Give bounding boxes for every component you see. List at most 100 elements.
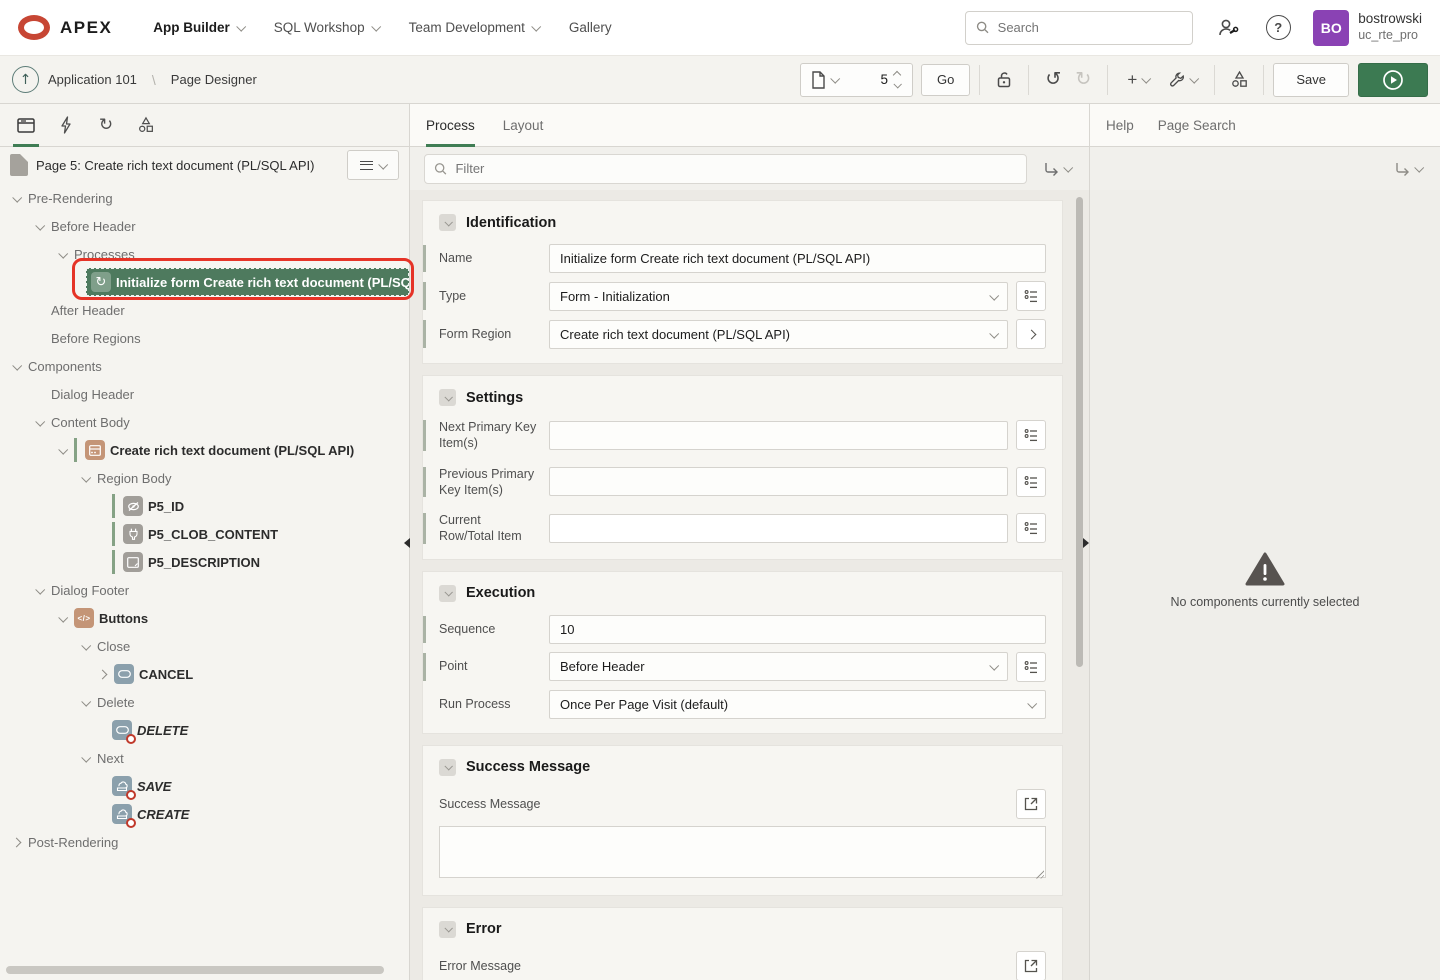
nav-sql-workshop[interactable]: SQL Workshop: [259, 0, 394, 55]
tree-item-before-header[interactable]: Before Header: [0, 212, 409, 240]
chevron-down-icon[interactable]: [12, 192, 22, 202]
page-number-input[interactable]: [842, 72, 888, 87]
chevron-down-icon[interactable]: [58, 248, 68, 258]
tree-menu-button[interactable]: [347, 150, 399, 180]
search-input[interactable]: [998, 20, 1183, 35]
user-block[interactable]: BO bostrowski uc_rte_pro: [1313, 10, 1422, 46]
tree-item-dialog-header[interactable]: Dialog Header: [0, 380, 409, 408]
tree-item-cancel-button[interactable]: CANCEL: [0, 660, 409, 688]
name-input[interactable]: [549, 244, 1046, 273]
run-process-select[interactable]: Once Per Page Visit (default): [549, 690, 1046, 719]
tree-item-create-button[interactable]: CREATE: [0, 800, 409, 828]
tree-item-pre-rendering[interactable]: Pre-Rendering: [0, 184, 409, 212]
form-region-select[interactable]: Create rich text document (PL/SQL API): [549, 320, 1008, 349]
undo-icon[interactable]: ↺: [1038, 64, 1068, 96]
tree-item-components[interactable]: Components: [0, 352, 409, 380]
chevron-down-icon[interactable]: [58, 444, 68, 454]
filter-box[interactable]: [424, 154, 1027, 184]
lock-icon[interactable]: [989, 64, 1019, 96]
tree-item-p5-id[interactable]: P5_ID: [0, 492, 409, 520]
collapse-section-icon[interactable]: [439, 759, 456, 776]
tree-item-create-rich-text-region[interactable]: Create rich text document (PL/SQL API): [0, 436, 409, 464]
tab-layout[interactable]: Layout: [503, 104, 544, 146]
shared-components-icon[interactable]: [1224, 64, 1254, 96]
step-up-icon[interactable]: [893, 70, 901, 78]
nav-team-development[interactable]: Team Development: [394, 0, 554, 55]
go-to-selection-button[interactable]: [1390, 154, 1426, 184]
tree-item-region-body[interactable]: Region Body: [0, 464, 409, 492]
avatar[interactable]: BO: [1313, 10, 1349, 46]
current-row-lov-button[interactable]: [1016, 513, 1046, 543]
save-button[interactable]: Save: [1273, 63, 1349, 97]
chevron-down-icon[interactable]: [81, 696, 91, 706]
tree-item-delete-button[interactable]: DELETE: [0, 716, 409, 744]
tree-item-content-body[interactable]: Content Body: [0, 408, 409, 436]
tab-page-shared-components[interactable]: [126, 104, 166, 146]
chevron-right-icon[interactable]: [98, 669, 108, 679]
tab-help[interactable]: Help: [1106, 104, 1134, 146]
tab-rendering[interactable]: [6, 104, 46, 146]
prev-pk-input[interactable]: [549, 467, 1008, 496]
tree-item-delete-position[interactable]: Delete: [0, 688, 409, 716]
tab-process[interactable]: Process: [426, 104, 475, 146]
current-row-input[interactable]: [549, 514, 1008, 543]
chevron-down-icon[interactable]: [81, 472, 91, 482]
chevron-down-icon[interactable]: [12, 360, 22, 370]
tab-page-search[interactable]: Page Search: [1158, 104, 1236, 146]
type-select[interactable]: Form - Initialization: [549, 282, 1008, 311]
nav-app-builder[interactable]: App Builder: [138, 0, 259, 55]
global-search[interactable]: [965, 11, 1193, 45]
prev-pk-lov-button[interactable]: [1016, 467, 1046, 497]
tree-item-dialog-footer[interactable]: Dialog Footer: [0, 576, 409, 604]
page-number-stepper[interactable]: [888, 72, 906, 88]
redo-icon[interactable]: ↻: [1068, 64, 1098, 96]
collapse-section-icon[interactable]: [439, 585, 456, 602]
sequence-input[interactable]: [549, 615, 1046, 644]
tree-item-after-header[interactable]: After Header: [0, 296, 409, 324]
tree-item-save-button[interactable]: SAVE: [0, 772, 409, 800]
point-select[interactable]: Before Header: [549, 652, 1008, 681]
chevron-right-icon[interactable]: [12, 837, 22, 847]
tree-item-p5-clob-content[interactable]: P5_CLOB_CONTENT: [0, 520, 409, 548]
collapse-section-icon[interactable]: [439, 214, 456, 231]
type-lov-button[interactable]: [1016, 281, 1046, 311]
open-code-editor-button[interactable]: [1016, 951, 1046, 980]
chevron-down-icon[interactable]: [35, 416, 45, 426]
tree-item-post-rendering[interactable]: Post-Rendering: [0, 828, 409, 856]
chevron-down-icon[interactable]: [81, 640, 91, 650]
tree-item-processes[interactable]: Processes: [0, 240, 409, 268]
tree-item-before-regions[interactable]: Before Regions: [0, 324, 409, 352]
nav-gallery[interactable]: Gallery: [554, 0, 627, 55]
app-up-icon[interactable]: ↑: [12, 66, 39, 93]
next-pk-input[interactable]: [549, 421, 1008, 450]
filter-input[interactable]: [455, 161, 1017, 176]
page-selector[interactable]: [800, 63, 913, 97]
chevron-down-icon[interactable]: [58, 612, 68, 622]
help-icon[interactable]: ?: [1263, 13, 1293, 43]
tree-item-initialize-form-process[interactable]: ↻ Initialize form Create rich text docum…: [86, 268, 409, 296]
go-button[interactable]: Go: [921, 64, 970, 96]
run-page-button[interactable]: [1358, 63, 1428, 97]
vertical-scrollbar[interactable]: [1076, 197, 1083, 667]
tree-item-buttons-region[interactable]: </> Buttons: [0, 604, 409, 632]
collapse-right-panel-handle[interactable]: [1083, 538, 1089, 548]
go-to-region-button[interactable]: [1016, 319, 1046, 349]
tree-item-p5-description[interactable]: P5_DESCRIPTION: [0, 548, 409, 576]
apex-logo[interactable]: APEX: [18, 15, 112, 40]
next-pk-lov-button[interactable]: [1016, 420, 1046, 450]
step-down-icon[interactable]: [893, 80, 901, 88]
collapse-section-icon[interactable]: [439, 921, 456, 938]
breadcrumb-app[interactable]: Application 101: [48, 72, 137, 87]
collapse-section-icon[interactable]: [439, 389, 456, 406]
open-code-editor-button[interactable]: [1016, 789, 1046, 819]
success-message-textarea[interactable]: [439, 826, 1046, 878]
chevron-down-icon[interactable]: [35, 220, 45, 230]
collapse-left-panel-handle[interactable]: [404, 538, 410, 548]
tree-item-next-position[interactable]: Next: [0, 744, 409, 772]
utilities-menu-button[interactable]: [1159, 64, 1205, 96]
point-lov-button[interactable]: [1016, 652, 1046, 682]
tab-dynamic-actions[interactable]: [46, 104, 86, 146]
chevron-down-icon[interactable]: [81, 752, 91, 762]
go-to-selection-button[interactable]: [1039, 154, 1075, 184]
tab-processing[interactable]: ↻: [86, 104, 126, 146]
